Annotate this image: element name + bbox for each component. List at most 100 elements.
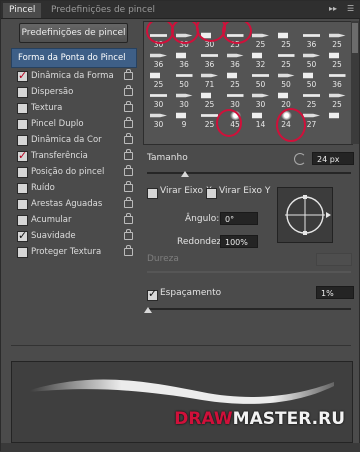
grid-scrollbar[interactable] [351,21,359,144]
settings-checkbox[interactable] [17,68,28,84]
lock-icon[interactable] [124,165,133,176]
settings-checkbox[interactable] [17,215,28,226]
brush-tip-cell[interactable]: 50 [172,70,197,90]
tab-pincel[interactable]: Pincel [3,3,42,18]
settings-item[interactable]: Proteger Textura [11,244,137,260]
brush-tip-cell[interactable]: 25 [274,50,299,70]
brush-tip-cell[interactable]: 36 [146,50,171,70]
settings-checkbox[interactable] [17,183,28,194]
brush-tip-cell[interactable]: 50 [299,50,324,70]
brush-tip-cell[interactable]: 50 [299,70,324,90]
spacing-checkbox[interactable] [147,287,158,301]
lock-icon[interactable] [124,133,133,144]
brush-tip-cell[interactable]: 36 [299,30,324,50]
settings-item[interactable]: Pincel Duplo [11,116,137,132]
brush-tip-cell[interactable]: 9 [172,110,197,130]
brush-tip-cell[interactable]: 30 [248,90,273,110]
lock-icon[interactable] [124,101,133,112]
brush-tip-cell[interactable] [325,110,350,130]
size-slider-knob[interactable] [181,171,189,177]
brush-tip-cell[interactable]: 71 [197,70,222,90]
lock-icon[interactable] [124,229,133,240]
brush-tip-cell[interactable]: 25 [325,30,350,50]
brush-tip-cell[interactable]: 32 [248,50,273,70]
brush-tip-cell[interactable]: 36 [197,50,222,70]
brush-tip-cell[interactable]: 30 [172,90,197,110]
brush-tip-size: 30 [153,120,164,129]
settings-item[interactable]: Posição do pincel [11,164,137,180]
settings-item[interactable]: Arestas Aguadas [11,196,137,212]
brush-tip-size: 30 [179,100,189,109]
lock-icon[interactable] [124,149,133,160]
brush-tip-grid[interactable]: 30 30 30 25 25 25 36 25 36 36 36 36 32 25 50 25 25 50 71 25… [143,21,353,145]
grid-scroll-thumb[interactable] [352,23,358,53]
brush-tip-cell[interactable]: 25 [223,70,248,90]
flip-y-checkbox[interactable] [206,188,217,199]
settings-checkbox[interactable] [17,119,28,130]
highlight-circle [276,108,306,142]
settings-item[interactable]: Suavidade [11,228,137,244]
size-slider[interactable] [147,172,351,174]
size-input[interactable]: 24 px [312,152,354,165]
spacing-slider[interactable] [147,308,351,310]
brush-tip-cell[interactable]: 30 [146,90,171,110]
settings-checkbox[interactable] [17,148,28,164]
brush-tip-cell[interactable]: 20 [274,90,299,110]
roundness-input[interactable]: 100% [220,235,258,248]
brush-tip-cell[interactable]: 30 [146,110,171,130]
settings-checkbox[interactable] [17,199,28,210]
lock-icon[interactable] [124,117,133,128]
brush-tip-cell[interactable]: 14 [248,110,273,130]
brush-tip-cell[interactable]: 25 [274,30,299,50]
brush-tip-cell[interactable]: 50 [248,70,273,90]
brush-tip-size: 36 [204,60,215,69]
settings-checkbox[interactable] [17,167,28,178]
settings-checkbox[interactable] [17,247,28,258]
spacing-slider-knob[interactable] [144,307,152,313]
settings-item[interactable]: Textura [11,100,137,116]
angle-input[interactable]: 0° [220,212,258,225]
brush-tip-cell[interactable]: 50 [274,70,299,90]
settings-item[interactable]: Dinâmica da Forma [11,68,137,84]
reset-size-icon[interactable] [294,153,306,165]
tab-brush-presets[interactable]: Predefinições de pincel [45,3,161,18]
settings-checkbox[interactable] [17,135,28,146]
brush-tip-cell[interactable]: 30 [223,90,248,110]
settings-checkbox[interactable] [17,228,28,244]
brush-tip-cell[interactable] [299,22,324,30]
brush-tip-cell[interactable]: 25 [146,70,171,90]
brush-tip-cell[interactable]: 36 [172,50,197,70]
brush-tip-cell[interactable]: 25 [299,90,324,110]
brush-tip-cell[interactable]: 36 [325,70,350,90]
settings-item[interactable]: Dinâmica da Cor [11,132,137,148]
lock-icon[interactable] [124,181,133,192]
panel-menu-icon[interactable]: ☰ [347,4,354,13]
brush-tip-cell[interactable]: 25 [325,50,350,70]
angle-dial-icon[interactable] [278,188,332,242]
brush-tip-cell[interactable]: 25 [197,90,222,110]
flip-x-checkbox[interactable] [147,188,158,199]
collapse-icon[interactable]: ▸▸ [329,4,337,13]
brush-tip-size: 25 [281,40,291,49]
settings-checkbox[interactable] [17,87,28,98]
settings-item[interactable]: Dispersão [11,84,137,100]
settings-item[interactable]: Transferência [11,148,137,164]
brush-tip-icon [303,72,320,79]
settings-item[interactable]: Acumular [11,212,137,228]
brush-tip-cell[interactable]: 36 [223,50,248,70]
brush-tip-size: 50 [281,80,291,89]
settings-checkbox[interactable] [17,103,28,114]
lock-icon[interactable] [124,69,133,80]
brush-presets-button[interactable]: Predefinições de pincel [19,23,128,43]
lock-icon[interactable] [124,85,133,96]
lock-icon[interactable] [124,213,133,224]
brush-tip-cell[interactable] [325,22,350,30]
spacing-input[interactable]: 1% [316,286,354,299]
lock-icon[interactable] [124,245,133,256]
angle-roundness-control[interactable] [277,187,333,243]
brush-tip-cell[interactable]: 25 [325,90,350,110]
settings-item[interactable]: Ruído [11,180,137,196]
lock-icon[interactable] [124,197,133,208]
settings-item[interactable]: Forma da Ponta do Pincel [11,48,137,68]
brush-tip-cell[interactable] [274,22,299,30]
